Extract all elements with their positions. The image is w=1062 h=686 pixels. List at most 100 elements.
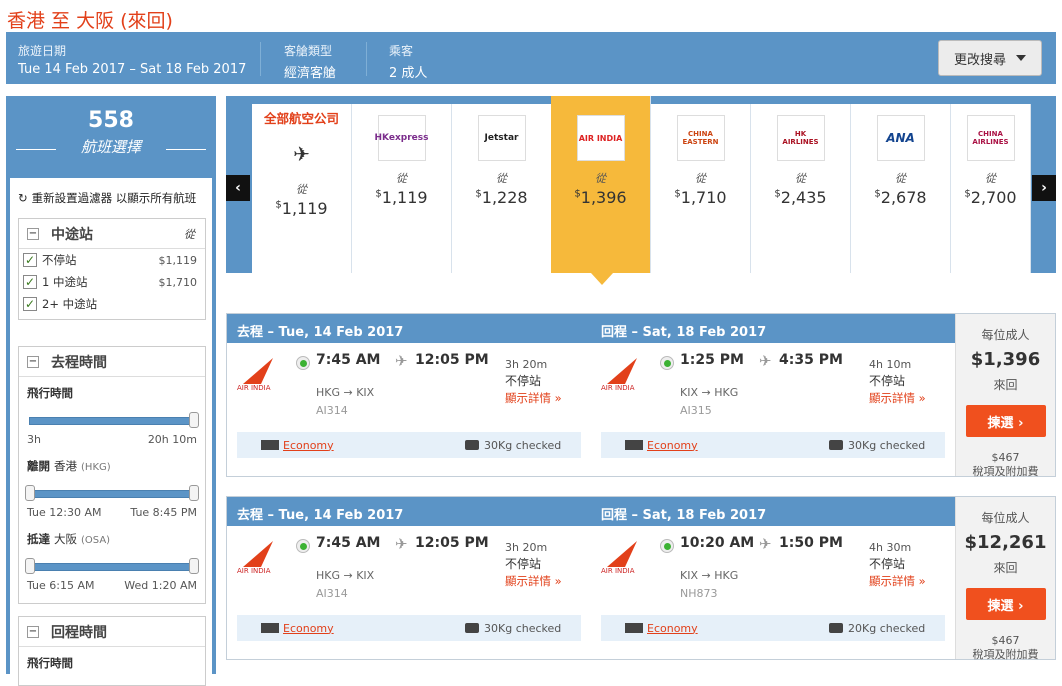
stop-option-2plus[interactable]: ✓ 2+ 中途站 [19,293,205,315]
stop-option-label: 不停站 [42,253,77,267]
airline-hongkongairlines[interactable]: HK AIRLINES 從 $2,435 [751,104,851,273]
price: $1,396 [970,349,1041,370]
seat-icon [261,440,279,450]
outbound-leg: 去程 – Tue, 14 Feb 2017 AIR INDIA 7:45 AM … [227,314,591,474]
slider-handle-max[interactable] [189,558,199,574]
stops: 不停站 [505,557,542,571]
airindia-logo: AIR INDIA [576,115,625,161]
stops: 不停站 [869,374,906,388]
duration: 4h 10m [869,358,912,371]
arrive-time: 12:05 PM [415,352,489,368]
tax-label: 稅項及附加費 [972,465,1039,478]
show-details-link[interactable]: 顯示詳情 » [505,390,562,406]
slider-min: Tue 6:15 AM [27,579,95,592]
arrive-time: 12:05 PM [415,535,489,551]
route: HKG → KIX [316,569,375,582]
airindia-logo-icon: AIR INDIA [237,354,281,392]
airline-airindia-selected[interactable]: AIR INDIA 從 $1,396 [551,96,651,273]
departure-dot-icon [660,356,674,370]
slider-handle-min[interactable] [25,485,35,501]
flight-time-label: 飛行時間 [27,656,73,670]
from-label: 從 [396,172,407,185]
airline-jetstar[interactable]: Jetstar 從 $1,228 [452,104,552,273]
outbound-filter-header[interactable]: − 去程時間 [19,347,205,377]
travel-dates-value: Tue 14 Feb 2017 – Sat 18 Feb 2017 [18,62,247,77]
depart-city: 香港 [54,459,78,473]
depart-label-text: 離開 [27,459,50,473]
outbound-time-filter: − 去程時間 飛行時間 3h 20h 10m 離開 香港 (HKG) Tue 12… [18,346,206,604]
airline-all[interactable]: 全部航空公司 ✈ 從 $1,119 [252,104,352,273]
return-leg: 回程 – Sat, 18 Feb 2017 AIR INDIA 10:20 AM… [591,497,955,657]
reset-filters-label: 重新設置過濾器 以顯示所有航班 [31,191,197,205]
show-details-link[interactable]: 顯示詳情 » [869,390,926,406]
stop-option-label: 1 中途站 [42,275,88,289]
baggage-text: 30Kg checked [848,438,926,452]
show-details-link[interactable]: 顯示詳情 » [869,573,926,589]
reset-filters-link[interactable]: ↻ 重新設置過濾器 以顯示所有航班 [18,190,196,206]
stop-option-1stop[interactable]: ✓ 1 中途站 $1,710 [19,271,205,293]
chevron-down-icon [1016,55,1026,61]
arrive-time-slider[interactable] [25,558,199,574]
refresh-icon: ↻ [18,191,28,205]
flight-count-label: 航班選擇 [80,138,141,156]
depart-time-slider[interactable] [25,485,199,501]
checkbox-checked-icon[interactable]: ✓ [23,253,37,267]
stop-option-label: 2+ 中途站 [42,297,98,311]
departure-dot-icon [660,539,674,553]
select-button[interactable]: 揀選 › [965,588,1046,620]
slider-handle-max[interactable] [189,485,199,501]
svg-text:AIR INDIA: AIR INDIA [601,567,635,575]
airindia-logo-icon: AIR INDIA [601,354,645,392]
show-details-link[interactable]: 顯示詳情 » [505,573,562,589]
select-button[interactable]: 揀選 › [965,405,1046,437]
arrive-time: 1:50 PM [779,535,843,551]
economy-link[interactable]: Economy [647,622,698,635]
economy-link[interactable]: Economy [283,439,334,452]
leg-header: 去程 – Tue, 14 Feb 2017 [227,314,591,343]
economy-link[interactable]: Economy [283,622,334,635]
modify-search-label: 更改搜尋 [953,52,1006,68]
suitcase-icon [829,623,843,633]
return-filter-header[interactable]: − 回程時間 [19,617,205,647]
plane-icon: ✈ [759,352,772,370]
duration: 3h 20m [505,541,548,554]
flight-number: AI315 [680,404,712,417]
stop-option-nonstop[interactable]: ✓ 不停站 $1,119 [19,249,205,271]
from-label: 從 [695,172,706,185]
from-label: 從 [985,172,996,185]
ana-logo: ANA [876,115,925,161]
airline-chinaeastern[interactable]: CHINA EASTERN 從 $1,710 [651,104,751,273]
depart-label: 離開 香港 (HKG) [19,446,205,474]
passengers-value: 2 成人 [389,66,428,81]
hongkongairlines-logo: HK AIRLINES [776,115,825,161]
slider-handle-min[interactable] [25,558,35,574]
airline-price-value: 1,119 [281,199,328,218]
airline-hkexpress[interactable]: HKexpress 從 $1,119 [352,104,452,273]
airline-ana[interactable]: ANA 從 $2,678 [851,104,951,273]
price: $12,261 [964,532,1047,553]
divider [260,42,261,76]
tax-label: 稅項及附加費 [972,648,1039,661]
airindia-logo-icon: AIR INDIA [237,537,281,575]
suitcase-icon [465,440,479,450]
search-summary-bar: 旅遊日期 Tue 14 Feb 2017 – Sat 18 Feb 2017 客… [6,32,1056,84]
collapse-icon[interactable]: − [27,625,39,638]
airindia-logo-icon: AIR INDIA [601,537,645,575]
collapse-icon[interactable]: − [27,355,39,368]
checkbox-checked-icon[interactable]: ✓ [23,297,37,311]
economy-link[interactable]: Economy [647,439,698,452]
suitcase-icon [829,440,843,450]
airline-chinaairlines[interactable]: CHINA AIRLINES 從 $2,700 [951,104,1031,273]
flight-time-slider[interactable] [29,412,199,428]
collapse-icon[interactable]: − [27,227,39,240]
carousel-prev-button[interactable]: ‹ [226,175,250,201]
carousel-next-button[interactable]: › [1032,175,1056,201]
airline-price-value: 2,700 [970,188,1017,207]
checkbox-checked-icon[interactable]: ✓ [23,275,37,289]
flight-count-number: 558 [88,108,134,133]
slider-handle-max[interactable] [189,412,199,428]
from-label: 從 [595,172,606,185]
modify-search-button[interactable]: 更改搜尋 [938,40,1042,76]
stops-filter-header[interactable]: − 中途站 從 [19,219,205,249]
cabin-info: Economy 20Kg checked [601,615,945,641]
